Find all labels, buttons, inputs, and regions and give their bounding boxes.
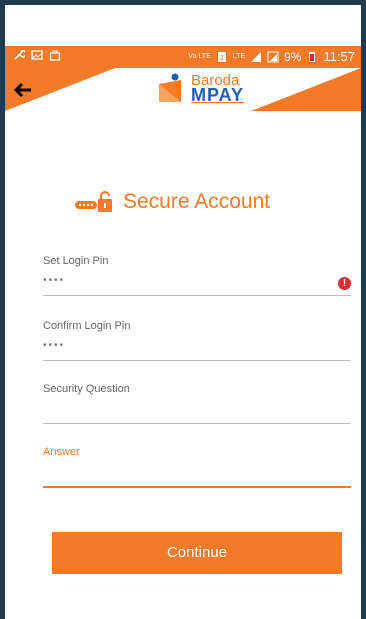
image-icon	[31, 50, 43, 60]
signal2-icon	[267, 51, 279, 62]
top-spacer	[5, 5, 361, 46]
answer-label: Answer	[43, 446, 80, 458]
answer-value[interactable]	[43, 466, 351, 480]
signal-icon	[251, 51, 262, 62]
status-bar: Vo LTE 2 LTE 9% 11:57	[5, 46, 361, 68]
security-question-field[interactable]: Security Question	[43, 383, 351, 425]
volte-label: Vo LTE	[188, 53, 211, 60]
status-right-icons: Vo LTE 2 LTE 9% 11:57	[188, 49, 355, 64]
answer-field[interactable]: Answer	[43, 446, 351, 488]
wrench-icon	[14, 50, 25, 60]
baroda-mpay-logo: Baroda MPAY	[155, 72, 244, 104]
login-pin-value[interactable]: ••••	[43, 275, 351, 289]
svg-text:2: 2	[220, 55, 224, 62]
security-question-value[interactable]	[43, 403, 351, 417]
logo-person-icon	[159, 73, 181, 102]
error-icon[interactable]: !	[338, 277, 351, 290]
battery-icon	[309, 51, 316, 62]
confirm-pin-value[interactable]: ••••	[43, 340, 351, 354]
page-header: Secure Account	[75, 190, 270, 214]
confirm-pin-label: Confirm Login Pin	[43, 320, 131, 332]
security-question-label: Security Question	[43, 383, 130, 395]
key-lock-icon	[75, 191, 112, 212]
confirm-pin-field[interactable]: Confirm Login Pin ••••	[43, 320, 351, 362]
battery-percent: 9%	[284, 49, 302, 64]
login-pin-underline	[43, 295, 351, 296]
header-accent-right	[251, 68, 361, 111]
sim-icon: 2	[217, 51, 226, 62]
confirm-pin-underline	[43, 360, 351, 361]
app-frame: Vo LTE 2 LTE 9% 11:57 Baroda MPAY Secure…	[0, 0, 366, 619]
continue-button[interactable]: Continue	[52, 532, 342, 574]
bag-icon	[49, 50, 61, 61]
lte-label: LTE	[232, 53, 246, 60]
app-bar: Baroda MPAY	[5, 68, 361, 111]
logo-text: Baroda MPAY	[191, 73, 245, 105]
status-left-icons	[13, 49, 61, 61]
answer-underline	[43, 486, 351, 488]
clock-time: 11:57	[323, 49, 355, 64]
login-pin-label: Set Login Pin	[43, 255, 109, 267]
arrow-left-icon[interactable]	[11, 78, 35, 102]
login-pin-field[interactable]: Set Login Pin •••• !	[43, 255, 351, 297]
security-question-underline	[43, 423, 351, 424]
logo-line2: MPAY	[191, 85, 245, 105]
page-title: Secure Account	[123, 190, 271, 213]
